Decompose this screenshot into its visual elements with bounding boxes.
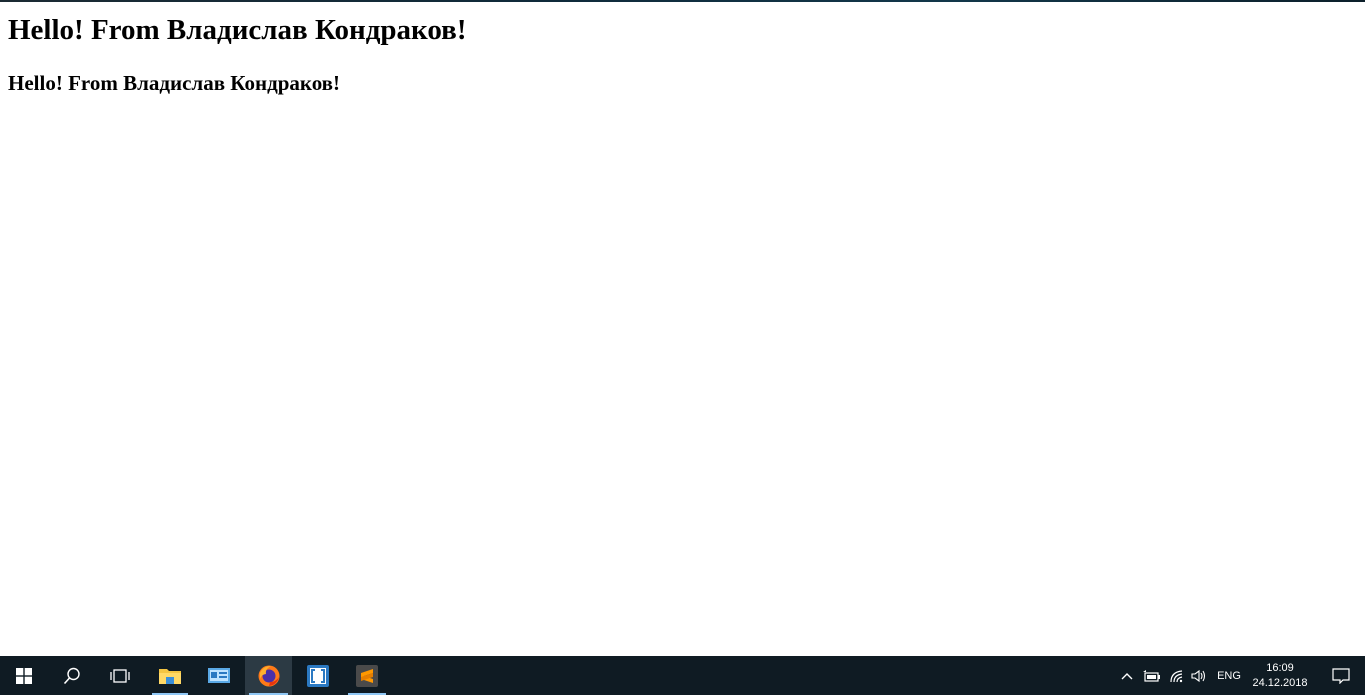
search-icon [63,667,80,684]
taskbar-app-brackets[interactable] [295,656,341,695]
wifi-icon [1170,669,1183,682]
clock-time: 16:09 [1266,661,1294,674]
control-panel-icon [208,667,230,683]
notification-icon [1332,667,1350,684]
battery-icon [1143,669,1160,682]
battery-indicator[interactable] [1140,656,1164,695]
firefox-icon [258,665,279,686]
taskbar-app-firefox[interactable] [245,656,292,695]
task-view-icon [110,668,130,683]
speaker-icon [1191,669,1206,682]
search-button[interactable] [48,656,96,695]
taskbar-app-file-explorer[interactable] [148,656,192,695]
page-heading-2: Hello! From Владислав Кондраков! [8,71,341,95]
file-explorer-icon [159,668,181,684]
network-indicator[interactable] [1166,656,1188,695]
sublime-text-icon [356,664,378,687]
clock[interactable]: 16:09 24.12.2018 [1248,656,1312,695]
browser-page-content: Hello! From Владислав Кондраков! Hello! … [0,2,1365,656]
taskbar-app-sublime-text[interactable] [344,656,390,695]
brackets-icon [307,664,329,687]
taskbar-app-control-panel[interactable] [196,656,242,695]
action-center-button[interactable] [1318,656,1364,695]
task-view-button[interactable] [96,656,144,695]
input-language-indicator[interactable]: ENG [1212,656,1246,695]
page-heading-1: Hello! From Владислав Кондраков! [8,14,467,46]
show-hidden-icons-button[interactable] [1116,656,1138,695]
start-button[interactable] [0,656,48,695]
windows-taskbar: ENG 16:09 24.12.2018 [0,656,1365,695]
windows-logo-icon [16,667,32,684]
chevron-up-icon [1121,672,1133,679]
clock-date: 24.12.2018 [1252,676,1308,689]
volume-indicator[interactable] [1188,656,1210,695]
